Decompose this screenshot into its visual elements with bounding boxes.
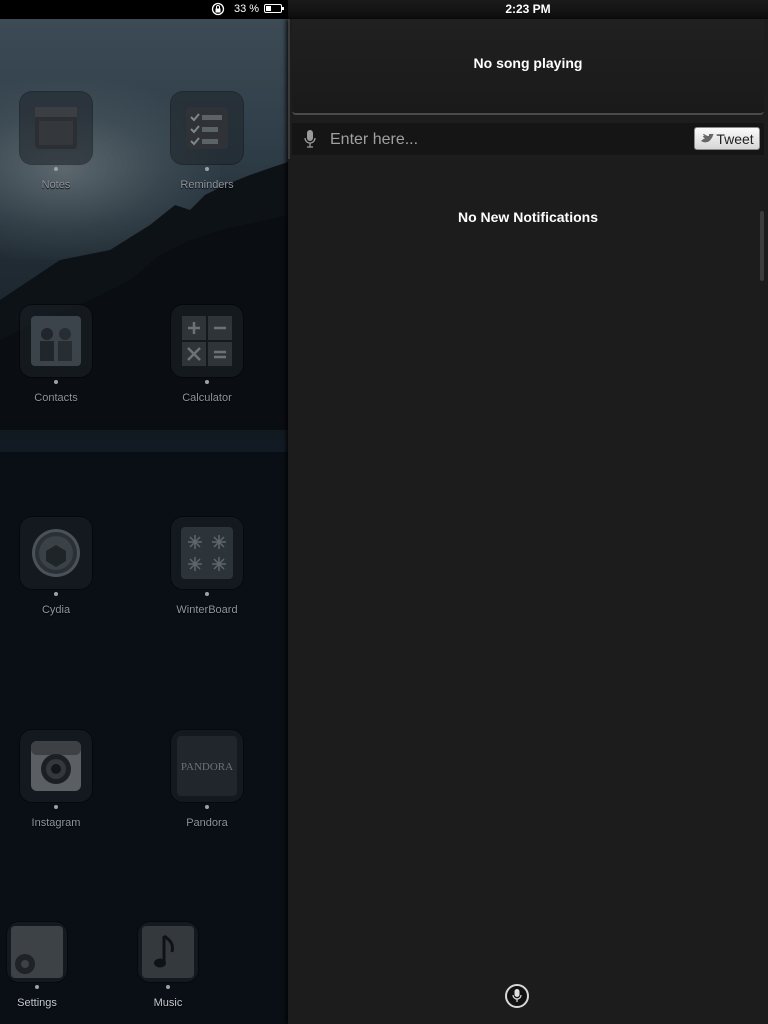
rotation-lock-icon bbox=[211, 2, 225, 16]
twitter-bird-icon bbox=[701, 133, 715, 142]
app-pandora[interactable]: PANDORA Pandora bbox=[157, 730, 257, 829]
app-reminders[interactable]: Reminders bbox=[157, 92, 257, 191]
app-instagram[interactable]: Instagram bbox=[6, 730, 106, 829]
empty-notifications-message: No New Notifications bbox=[457, 209, 598, 225]
app-label: Music bbox=[153, 997, 183, 1009]
app-label: Settings bbox=[17, 997, 57, 1009]
now-playing-text: No song playing bbox=[473, 55, 583, 71]
instagram-icon bbox=[20, 730, 92, 802]
app-contacts[interactable]: Contacts bbox=[6, 305, 106, 404]
microphone-icon bbox=[512, 989, 522, 1002]
cydia-icon bbox=[20, 517, 92, 589]
app-notes[interactable]: Notes bbox=[6, 92, 106, 191]
svg-text:PANDORA: PANDORA bbox=[181, 761, 233, 773]
battery-percent: 33 % bbox=[234, 3, 260, 15]
tweet-input[interactable] bbox=[328, 127, 692, 153]
calculator-icon bbox=[171, 305, 243, 377]
app-winterboard[interactable]: WinterBoard bbox=[157, 517, 257, 616]
voice-input-button[interactable] bbox=[505, 984, 529, 1008]
home-screen: Notes Reminders Contacts Calculator Cydi… bbox=[0, 0, 288, 1024]
pandora-icon: PANDORA bbox=[171, 730, 243, 802]
scrollbar[interactable] bbox=[760, 211, 764, 281]
tweet-button-label: Tweet bbox=[716, 130, 754, 147]
app-label: Instagram bbox=[31, 817, 81, 829]
app-label: WinterBoard bbox=[176, 604, 238, 616]
app-label: Cydia bbox=[41, 604, 71, 616]
music-note-icon bbox=[138, 922, 198, 982]
microphone-icon[interactable] bbox=[304, 130, 316, 148]
notification-center: No song playing Tweet No New Notificatio… bbox=[288, 19, 768, 1024]
status-time: 2:23 PM bbox=[505, 2, 551, 16]
tweet-widget: Tweet bbox=[292, 123, 764, 155]
now-playing-widget[interactable]: No song playing bbox=[292, 19, 764, 115]
dock-app-music[interactable]: Music bbox=[118, 922, 218, 1009]
battery-icon bbox=[264, 4, 284, 13]
app-cydia[interactable]: Cydia bbox=[6, 517, 106, 616]
winterboard-icon bbox=[171, 517, 243, 589]
notes-icon bbox=[20, 92, 92, 164]
dock-app-settings[interactable]: Settings bbox=[0, 922, 87, 1009]
app-label: Contacts bbox=[34, 392, 78, 404]
contacts-icon bbox=[20, 305, 92, 377]
tweet-button[interactable]: Tweet bbox=[694, 127, 760, 150]
reminders-icon bbox=[171, 92, 243, 164]
app-label: Reminders bbox=[180, 179, 234, 191]
app-label: Calculator bbox=[182, 392, 232, 404]
status-bar: 33 % 2:23 PM bbox=[0, 0, 768, 19]
gear-icon bbox=[7, 922, 67, 982]
app-label: Notes bbox=[41, 179, 71, 191]
notifications-list[interactable]: No New Notifications bbox=[288, 159, 768, 1024]
app-label: Pandora bbox=[186, 817, 228, 829]
app-calculator[interactable]: Calculator bbox=[157, 305, 257, 404]
